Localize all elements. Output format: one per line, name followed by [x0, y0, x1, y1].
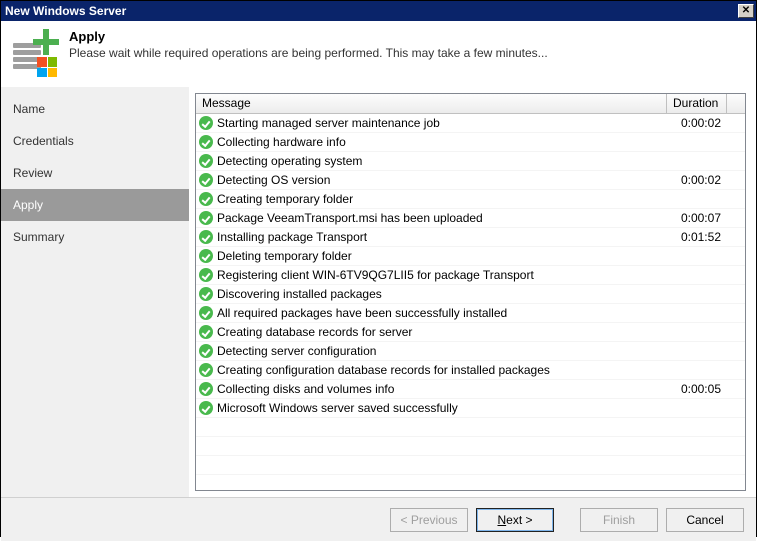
grid-row[interactable]: Deleting temporary folder: [196, 247, 745, 266]
grid-row[interactable]: Collecting disks and volumes info0:00:05: [196, 380, 745, 399]
next-button[interactable]: Next >: [476, 508, 554, 532]
finish-button: Finish: [580, 508, 658, 532]
window-title: New Windows Server: [5, 4, 126, 18]
wizard-step[interactable]: Summary: [1, 221, 189, 253]
row-message: Detecting OS version: [217, 173, 667, 187]
wizard-step[interactable]: Apply: [1, 189, 189, 221]
grid-row[interactable]: Discovering installed packages: [196, 285, 745, 304]
wizard-icon: [11, 29, 59, 77]
grid-header: Message Duration: [196, 94, 745, 114]
title-bar: New Windows Server ✕: [1, 1, 756, 21]
success-icon: [199, 401, 213, 415]
grid-row[interactable]: Detecting operating system: [196, 152, 745, 171]
row-message: Installing package Transport: [217, 230, 667, 244]
row-message: Creating database records for server: [217, 325, 667, 339]
grid-row[interactable]: Detecting OS version0:00:02: [196, 171, 745, 190]
row-message: Detecting server configuration: [217, 344, 667, 358]
success-icon: [199, 135, 213, 149]
success-icon: [199, 287, 213, 301]
grid-row[interactable]: Creating database records for server: [196, 323, 745, 342]
column-header-message[interactable]: Message: [196, 94, 667, 113]
row-message: Creating temporary folder: [217, 192, 667, 206]
row-message: Discovering installed packages: [217, 287, 667, 301]
grid-row[interactable]: Microsoft Windows server saved successfu…: [196, 399, 745, 418]
row-message: Detecting operating system: [217, 154, 667, 168]
row-message: Creating configuration database records …: [217, 363, 667, 377]
row-message: Registering client WIN-6TV9QG7LII5 for p…: [217, 268, 667, 282]
success-icon: [199, 211, 213, 225]
cancel-button[interactable]: Cancel: [666, 508, 744, 532]
wizard-steps-sidebar: NameCredentialsReviewApplySummary: [1, 87, 189, 497]
row-message: Starting managed server maintenance job: [217, 116, 667, 130]
page-subtitle: Please wait while required operations ar…: [69, 46, 548, 60]
grid-row[interactable]: Creating temporary folder: [196, 190, 745, 209]
success-icon: [199, 116, 213, 130]
grid-row[interactable]: Collecting hardware info: [196, 133, 745, 152]
grid-row[interactable]: Package VeeamTransport.msi has been uplo…: [196, 209, 745, 228]
grid-row[interactable]: Detecting server configuration: [196, 342, 745, 361]
wizard-step[interactable]: Name: [1, 93, 189, 125]
wizard-content: Message Duration Starting managed server…: [189, 87, 756, 497]
close-button[interactable]: ✕: [738, 4, 754, 18]
success-icon: [199, 230, 213, 244]
previous-button: < Previous: [390, 508, 468, 532]
row-duration: 0:01:52: [667, 230, 727, 244]
column-header-duration[interactable]: Duration: [667, 94, 727, 113]
row-message: Microsoft Windows server saved successfu…: [217, 401, 667, 415]
success-icon: [199, 344, 213, 358]
grid-row[interactable]: Registering client WIN-6TV9QG7LII5 for p…: [196, 266, 745, 285]
success-icon: [199, 192, 213, 206]
success-icon: [199, 268, 213, 282]
success-icon: [199, 154, 213, 168]
success-icon: [199, 325, 213, 339]
row-message: Collecting hardware info: [217, 135, 667, 149]
grid-row-empty: [196, 475, 745, 491]
wizard-footer: < Previous Next > Finish Cancel: [1, 497, 756, 541]
row-duration: 0:00:07: [667, 211, 727, 225]
success-icon: [199, 306, 213, 320]
success-icon: [199, 249, 213, 263]
wizard-header: Apply Please wait while required operati…: [1, 21, 756, 87]
grid-row-empty: [196, 418, 745, 437]
row-message: Collecting disks and volumes info: [217, 382, 667, 396]
row-duration: 0:00:05: [667, 382, 727, 396]
grid-row[interactable]: All required packages have been successf…: [196, 304, 745, 323]
page-title: Apply: [69, 29, 548, 44]
grid-row[interactable]: Starting managed server maintenance job0…: [196, 114, 745, 133]
success-icon: [199, 173, 213, 187]
progress-grid: Message Duration Starting managed server…: [195, 93, 746, 491]
windows-logo-icon: [37, 57, 57, 77]
grid-row-empty: [196, 456, 745, 475]
success-icon: [199, 382, 213, 396]
row-message: Deleting temporary folder: [217, 249, 667, 263]
success-icon: [199, 363, 213, 377]
wizard-step[interactable]: Review: [1, 157, 189, 189]
wizard-step[interactable]: Credentials: [1, 125, 189, 157]
row-duration: 0:00:02: [667, 173, 727, 187]
row-message: All required packages have been successf…: [217, 306, 667, 320]
grid-row[interactable]: Installing package Transport0:01:52: [196, 228, 745, 247]
row-message: Package VeeamTransport.msi has been uplo…: [217, 211, 667, 225]
grid-row[interactable]: Creating configuration database records …: [196, 361, 745, 380]
plus-icon: [33, 29, 59, 55]
grid-row-empty: [196, 437, 745, 456]
row-duration: 0:00:02: [667, 116, 727, 130]
column-header-spacer: [727, 94, 745, 113]
grid-body: Starting managed server maintenance job0…: [196, 114, 745, 491]
